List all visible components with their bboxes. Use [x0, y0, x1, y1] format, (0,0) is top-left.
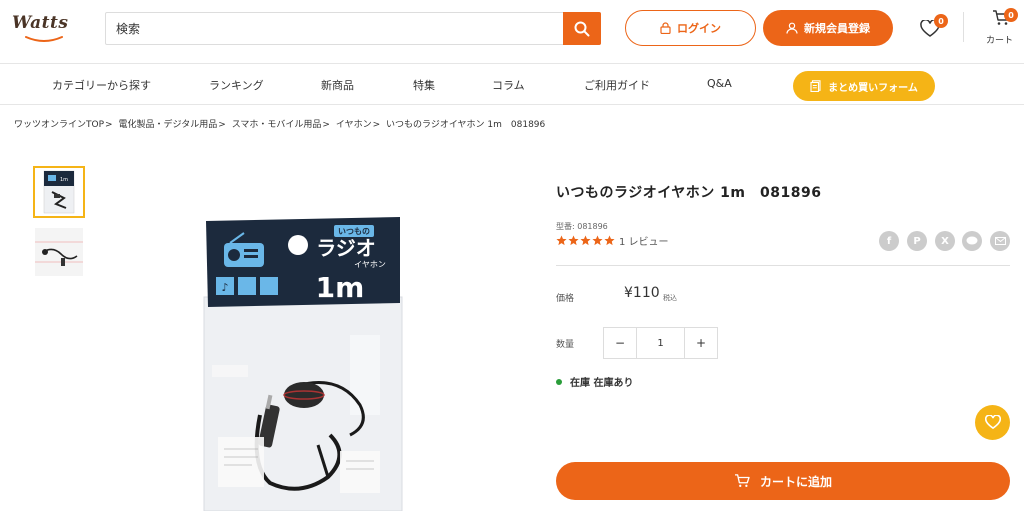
- main-nav: カテゴリーから探す ランキング 新商品 特集 コラム ご利用ガイド Q&A まと…: [0, 65, 1024, 105]
- nav-item-qa[interactable]: Q&A: [707, 77, 732, 90]
- cart-count-badge: 0: [1004, 8, 1018, 22]
- product-package-illustration: ♪ いつもの ラジオ イヤホン 1m: [203, 217, 403, 511]
- product-sku: 型番: 081896: [556, 222, 608, 231]
- thumbnail-package-image: 1m: [43, 170, 75, 214]
- product-title: いつものラジオイヤホン 1m 081896: [556, 185, 822, 201]
- package-title: ラジオ: [316, 236, 376, 260]
- add-to-cart-label: カートに追加: [759, 474, 832, 489]
- stock-status: 在庫 在庫あり: [556, 374, 633, 389]
- stock-text: 在庫 在庫あり: [570, 378, 634, 389]
- add-to-cart-button[interactable]: カートに追加: [556, 462, 1010, 500]
- nav-item-guide[interactable]: ご利用ガイド: [584, 77, 650, 93]
- register-button[interactable]: 新規会員登録: [763, 10, 893, 46]
- cart-button[interactable]: 0 カート: [982, 8, 1022, 48]
- breadcrumb: ワッツオンラインTOP> 電化製品・デジタル用品> スマホ・モバイル用品> イヤ…: [14, 120, 546, 130]
- favorite-floating-button[interactable]: [975, 405, 1010, 440]
- login-label: ログイン: [677, 22, 721, 35]
- header-divider: [963, 12, 964, 42]
- qty-plus-button[interactable]: +: [685, 328, 717, 358]
- nav-item-new[interactable]: 新商品: [321, 77, 354, 93]
- star-icon: [580, 235, 591, 246]
- search-input[interactable]: [106, 13, 561, 44]
- thumbnail-2[interactable]: [33, 226, 85, 278]
- breadcrumb-item[interactable]: イヤホン: [336, 120, 372, 130]
- main-product-image: ♪ いつもの ラジオ イヤホン 1m: [200, 215, 408, 511]
- nav-item-column[interactable]: コラム: [492, 77, 525, 93]
- line-bubble-icon: [966, 236, 978, 245]
- nav-item-category[interactable]: カテゴリーから探す: [52, 77, 151, 93]
- envelope-icon: [994, 237, 1006, 245]
- pinterest-icon[interactable]: P: [907, 231, 927, 251]
- facebook-icon[interactable]: f: [879, 231, 899, 251]
- stock-dot-icon: [556, 378, 562, 385]
- qty-minus-button[interactable]: −: [604, 328, 636, 358]
- package-length: 1m: [316, 271, 365, 304]
- bulk-order-label: まとめ買いフォーム: [828, 82, 918, 94]
- package-small-label: いつもの: [338, 227, 370, 236]
- star-icon: [568, 235, 579, 246]
- search-bar: [105, 12, 601, 45]
- info-divider: [556, 265, 1010, 266]
- svg-text:♪: ♪: [221, 281, 228, 294]
- product-price: ¥110: [624, 285, 660, 301]
- breadcrumb-item[interactable]: 電化製品・デジタル用品: [118, 120, 217, 130]
- bulk-order-button[interactable]: まとめ買いフォーム: [793, 71, 935, 101]
- breadcrumb-item[interactable]: ワッツオンラインTOP: [14, 120, 104, 130]
- cart-label: カート: [986, 36, 1014, 46]
- search-button[interactable]: [563, 12, 601, 45]
- review-count[interactable]: 1 レビュー: [619, 233, 669, 248]
- price-label: 価格: [556, 294, 575, 304]
- quantity-stepper: − 1 +: [603, 327, 718, 359]
- thumbnail-1[interactable]: 1m: [33, 166, 85, 218]
- nav-item-ranking[interactable]: ランキング: [209, 77, 264, 93]
- search-icon: [574, 21, 590, 36]
- breadcrumb-current: いつものラジオイヤホン 1m 081896: [386, 120, 546, 130]
- line-icon[interactable]: [962, 231, 982, 251]
- logo-smile-icon: [25, 36, 63, 42]
- rating-stars[interactable]: 1 レビュー: [556, 233, 669, 248]
- heart-icon: [984, 415, 1001, 430]
- login-button[interactable]: ログイン: [625, 10, 756, 46]
- tax-label: 税込: [663, 294, 677, 302]
- site-header: Watts ログイン 新規会員登録 0: [0, 0, 1024, 64]
- user-icon: [786, 22, 798, 34]
- cart-icon: [734, 474, 750, 487]
- register-label: 新規会員登録: [804, 22, 870, 35]
- package-subtitle: イヤホン: [354, 260, 386, 269]
- wishlist-button[interactable]: 0: [918, 14, 948, 42]
- star-icon: [556, 235, 567, 246]
- svg-text:1m: 1m: [60, 177, 68, 183]
- logo-text: Watts: [12, 13, 69, 33]
- document-icon: [810, 80, 821, 92]
- mail-icon[interactable]: [990, 231, 1010, 251]
- thumbnail-earphone-image: [35, 228, 83, 276]
- lock-icon: [660, 22, 671, 34]
- x-icon[interactable]: X: [935, 231, 955, 251]
- qty-input[interactable]: 1: [636, 328, 685, 358]
- watts-logo[interactable]: Watts: [12, 13, 76, 43]
- wishlist-count-badge: 0: [934, 14, 948, 28]
- quantity-label: 数量: [556, 340, 575, 350]
- nav-item-feature[interactable]: 特集: [413, 77, 435, 93]
- star-icon: [592, 235, 603, 246]
- breadcrumb-item[interactable]: スマホ・モバイル用品: [232, 120, 322, 130]
- star-icon: [604, 235, 615, 246]
